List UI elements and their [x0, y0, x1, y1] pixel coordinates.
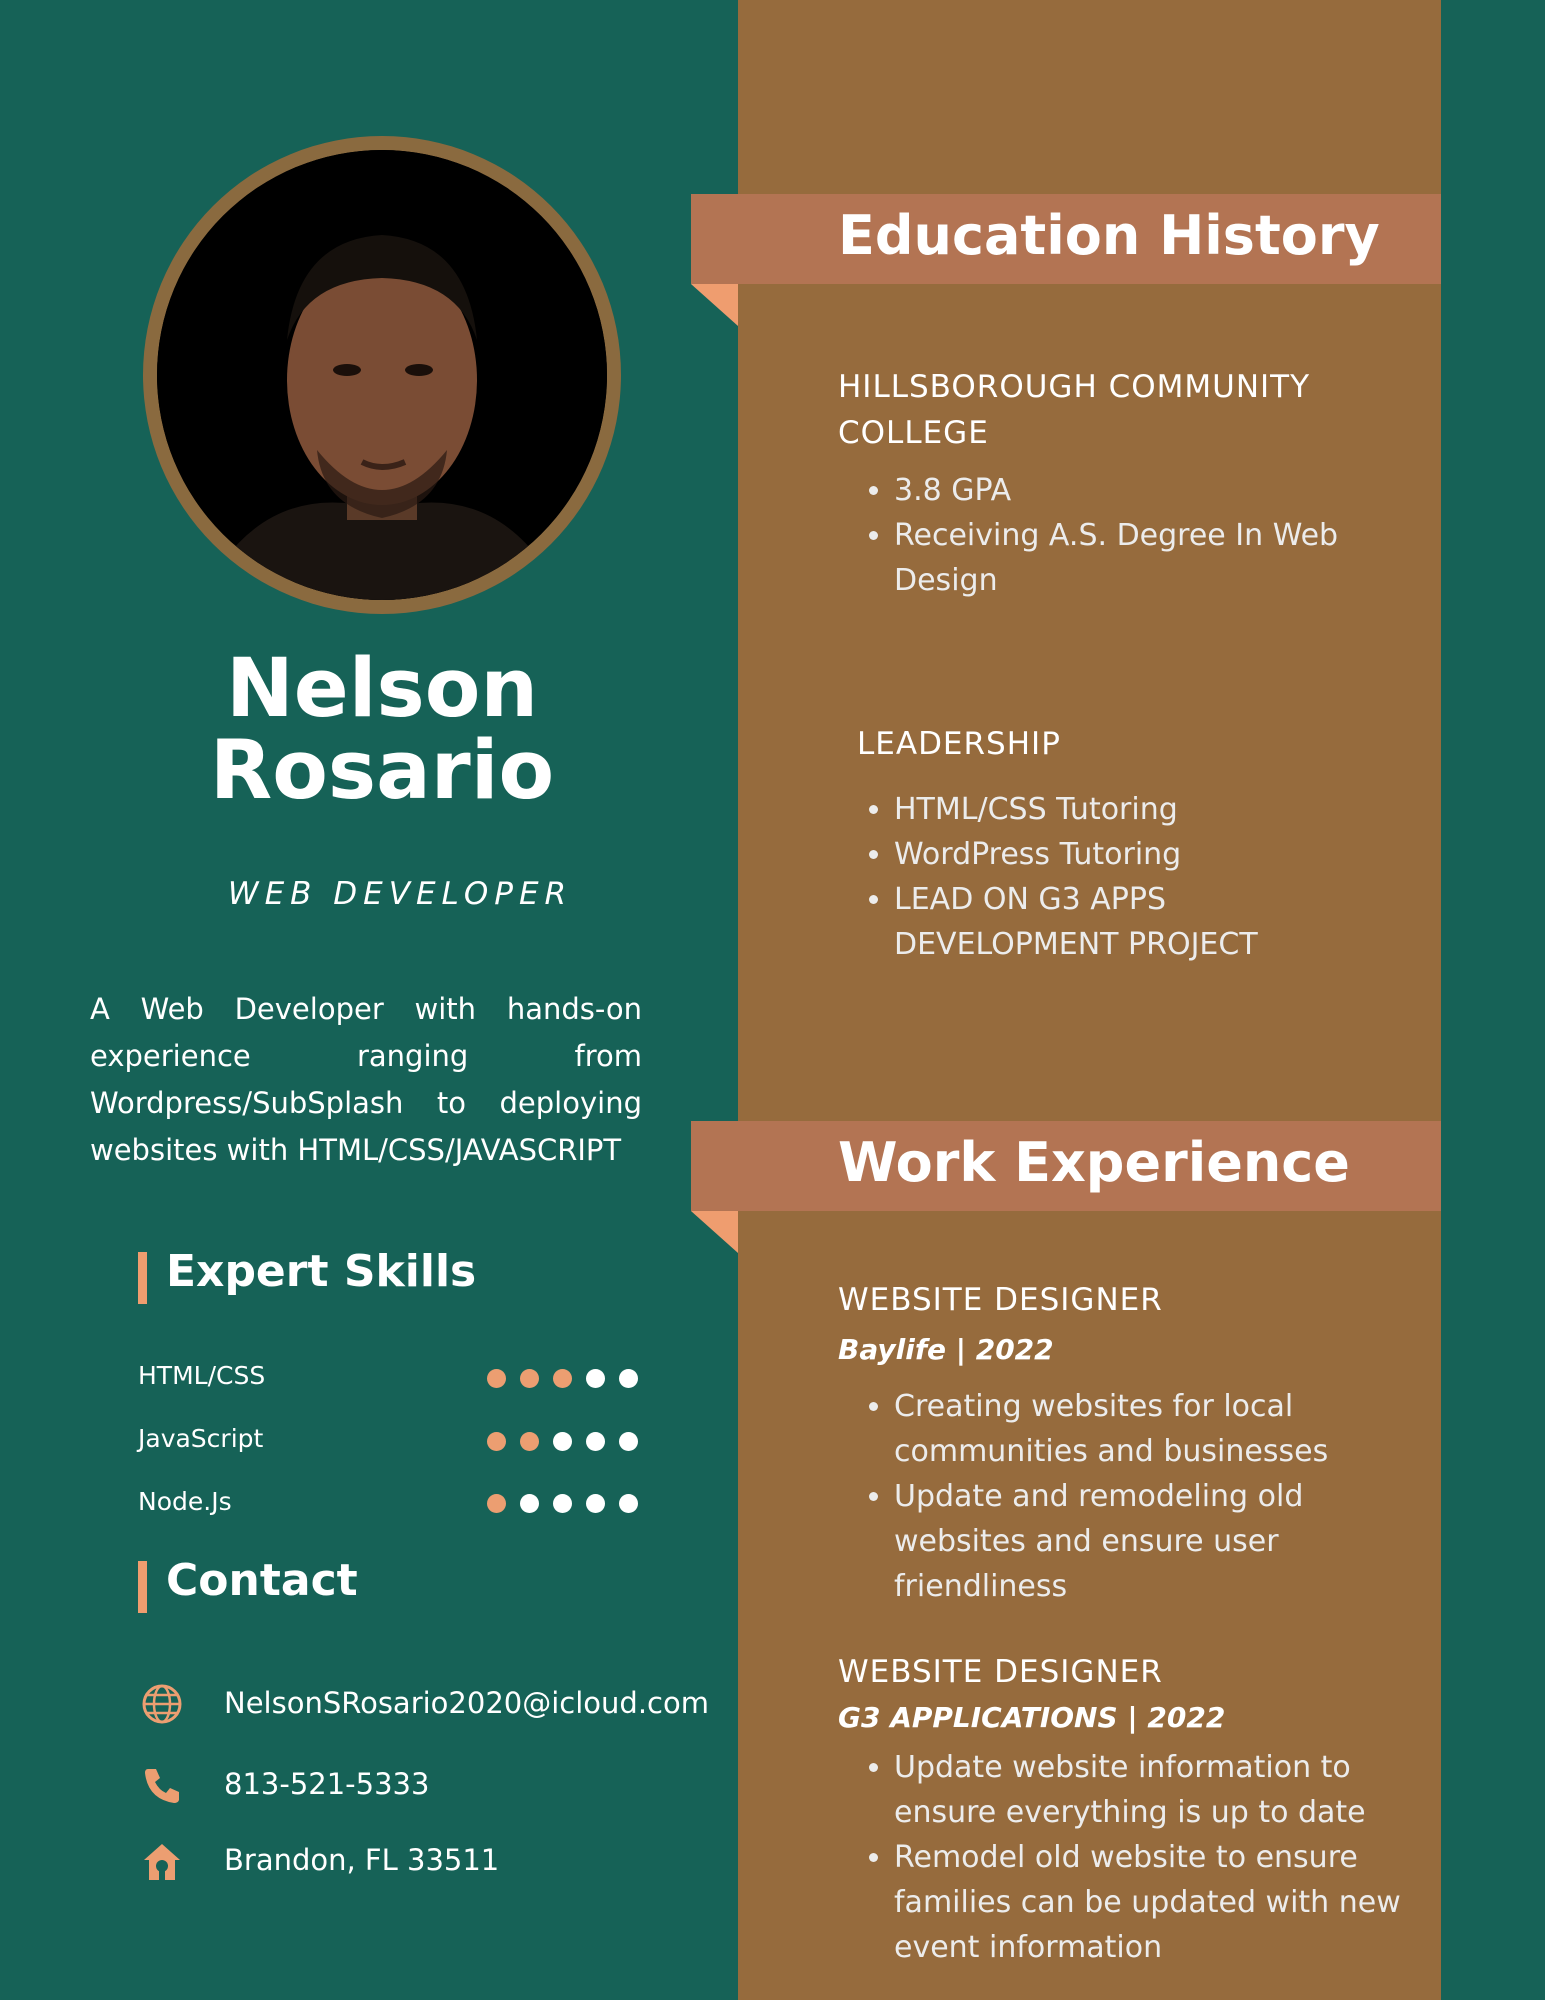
contact-heading-accent [138, 1561, 147, 1613]
contact-address: Brandon, FL 33511 [224, 1843, 500, 1877]
education-banner-fold [691, 284, 738, 326]
job-title: WEB DEVELOPER [227, 876, 573, 912]
leadership-details: HTML/CSS Tutoring WordPress Tutoring LEA… [838, 787, 1374, 967]
contact-heading: Contact [166, 1555, 358, 1606]
skill-dot-filled [487, 1369, 506, 1388]
skill-dot-empty [586, 1369, 605, 1388]
job-title: WEBSITE DESIGNER [838, 1654, 1163, 1690]
skill-dot-empty [619, 1494, 638, 1513]
skill-rating [487, 1432, 638, 1452]
work-heading: Work Experience [838, 1131, 1350, 1194]
skill-rating [487, 1494, 638, 1514]
skill-label: HTML/CSS [138, 1361, 266, 1390]
list-item: Receiving A.S. Degree In Web Design [894, 513, 1414, 603]
skill-dot-empty [586, 1494, 605, 1513]
work-banner: Work Experience [691, 1121, 1441, 1211]
list-item: Remodel old website to ensure families c… [894, 1835, 1414, 1970]
work-banner-fold [691, 1211, 738, 1253]
skill-dot-filled [553, 1369, 572, 1388]
education-heading: Education History [838, 204, 1380, 267]
job-details: Creating websites for local communities … [838, 1384, 1414, 1609]
globe-icon [140, 1682, 184, 1726]
skill-dot-empty [553, 1494, 572, 1513]
job-title: WEBSITE DESIGNER [838, 1282, 1163, 1318]
job-company: G3 APPLICATIONS | 2022 [838, 1701, 1226, 1734]
first-name: Nelson [225, 642, 539, 736]
profile-photo-frame [143, 136, 621, 614]
list-item: HTML/CSS Tutoring [894, 787, 1374, 832]
skill-dot-filled [487, 1432, 506, 1451]
skill-dot-empty [619, 1432, 638, 1451]
phone-icon [140, 1763, 184, 1807]
list-item: LEAD ON G3 APPS DEVELOPMENT PROJECT [894, 877, 1374, 967]
skill-dot-filled [520, 1432, 539, 1451]
list-item: 3.8 GPA [894, 468, 1414, 513]
skills-heading: Expert Skills [166, 1246, 477, 1297]
right-column [738, 0, 1441, 2000]
profile-summary: A Web Developer with hands-on experience… [90, 992, 642, 1167]
home-icon [140, 1840, 184, 1884]
last-name: Rosario [209, 724, 555, 818]
list-item: Creating websites for local communities … [894, 1384, 1414, 1474]
skill-rating [487, 1369, 638, 1389]
name-heading: Nelson Rosario [100, 648, 664, 812]
education-banner: Education History [691, 194, 1441, 284]
skill-dot-empty [553, 1432, 572, 1451]
skill-dot-empty [586, 1432, 605, 1451]
leadership-title: LEADERSHIP [857, 726, 1061, 762]
skill-dot-empty [619, 1369, 638, 1388]
skill-label: JavaScript [138, 1424, 264, 1453]
skill-dot-filled [487, 1494, 506, 1513]
list-item: Update and remodeling old websites and e… [894, 1474, 1414, 1609]
skills-heading-accent [138, 1252, 147, 1304]
contact-email[interactable]: NelsonSRosario2020@icloud.com [224, 1686, 709, 1720]
skill-dot-empty [520, 1494, 539, 1513]
contact-phone[interactable]: 813-521-5333 [224, 1767, 429, 1801]
skill-dot-filled [520, 1369, 539, 1388]
job-company: Baylife | 2022 [838, 1333, 1054, 1366]
skill-label: Node.Js [138, 1487, 232, 1516]
school-name: HILLSBOROUGH COMMUNITY COLLEGE [838, 369, 1311, 451]
list-item: WordPress Tutoring [894, 832, 1374, 877]
job-details: Update website information to ensure eve… [838, 1745, 1414, 1970]
list-item: Update website information to ensure eve… [894, 1745, 1414, 1835]
profile-photo [157, 150, 607, 600]
school-details: 3.8 GPA Receiving A.S. Degree In Web Des… [838, 468, 1414, 603]
